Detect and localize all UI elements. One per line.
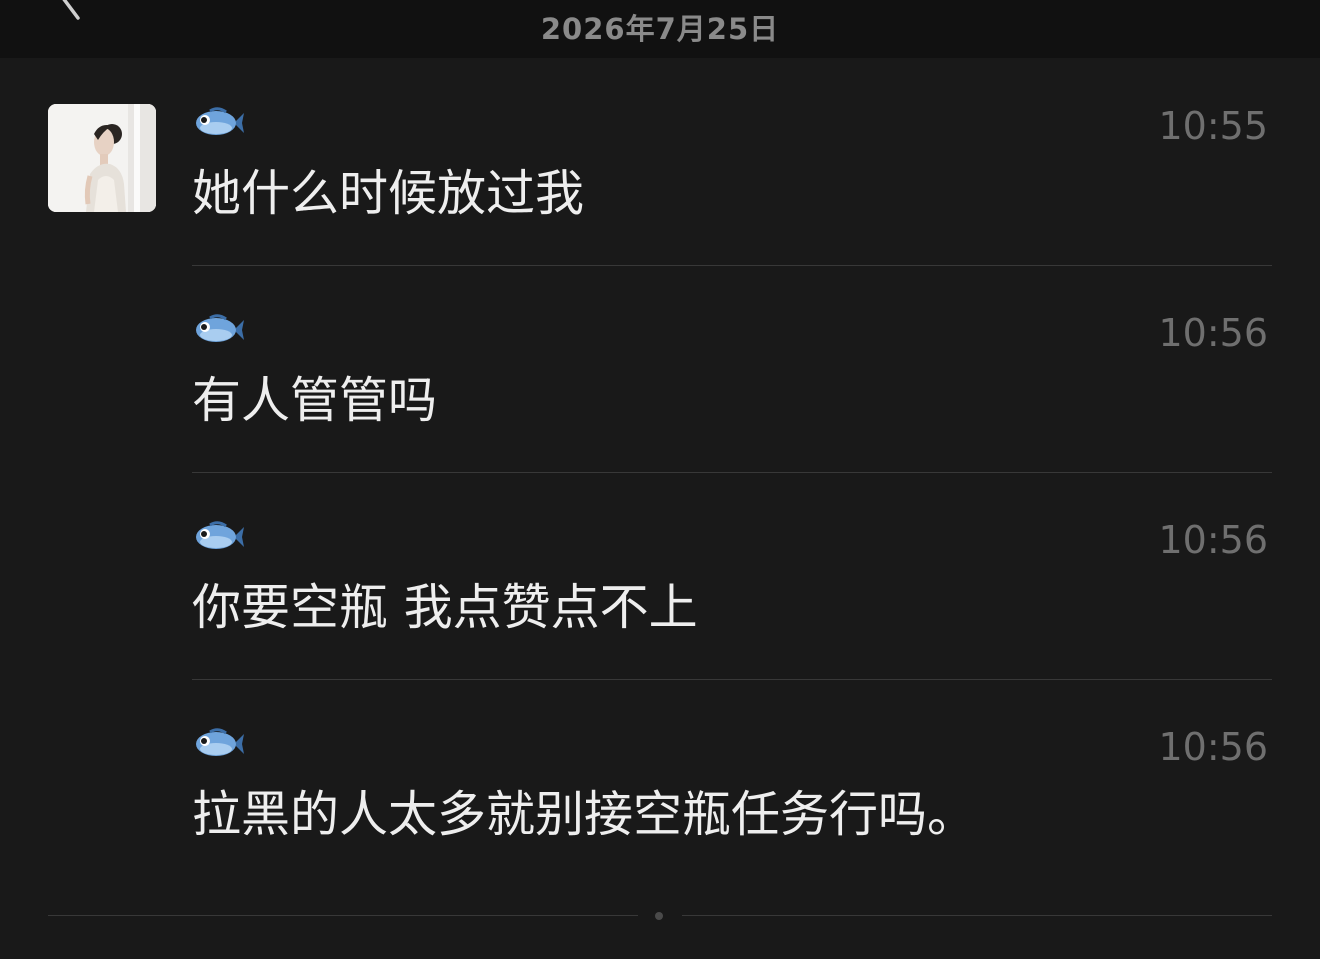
divider xyxy=(192,265,1272,266)
divider xyxy=(192,472,1272,473)
message-item: 10:56 你要空瓶 我点赞点不上 xyxy=(192,518,1272,725)
message-item: 10:55 她什么时候放过我 xyxy=(192,104,1272,311)
message-text: 有人管管吗 xyxy=(192,372,438,429)
end-marker-dot xyxy=(655,912,663,920)
fish-icon xyxy=(196,107,244,135)
avatar-photo xyxy=(48,104,156,212)
chat-page: 2026年7月25日 10:55 她什么时候放过我 10:56 有人管管吗 10… xyxy=(0,0,1320,959)
message-text: 拉黑的人太多就别接空瓶任务行吗。 xyxy=(192,786,977,843)
message-time: 10:56 xyxy=(1158,518,1268,562)
avatar[interactable] xyxy=(48,104,156,212)
fish-icon xyxy=(196,521,244,549)
message-time: 10:56 xyxy=(1158,311,1268,355)
message-time: 10:56 xyxy=(1158,725,1268,769)
message-text: 她什么时候放过我 xyxy=(192,165,585,222)
fish-icon xyxy=(196,314,244,342)
header-bar: 2026年7月25日 xyxy=(0,0,1320,58)
end-divider-right xyxy=(682,915,1272,916)
fish-icon xyxy=(196,728,244,756)
divider xyxy=(192,679,1272,680)
message-time: 10:55 xyxy=(1158,104,1268,148)
message-text: 你要空瓶 我点赞点不上 xyxy=(192,579,698,636)
message-item: 10:56 拉黑的人太多就别接空瓶任务行吗。 xyxy=(192,725,1272,932)
end-divider-left xyxy=(48,915,638,916)
message-item: 10:56 有人管管吗 xyxy=(192,311,1272,518)
date-header: 2026年7月25日 xyxy=(540,12,780,46)
